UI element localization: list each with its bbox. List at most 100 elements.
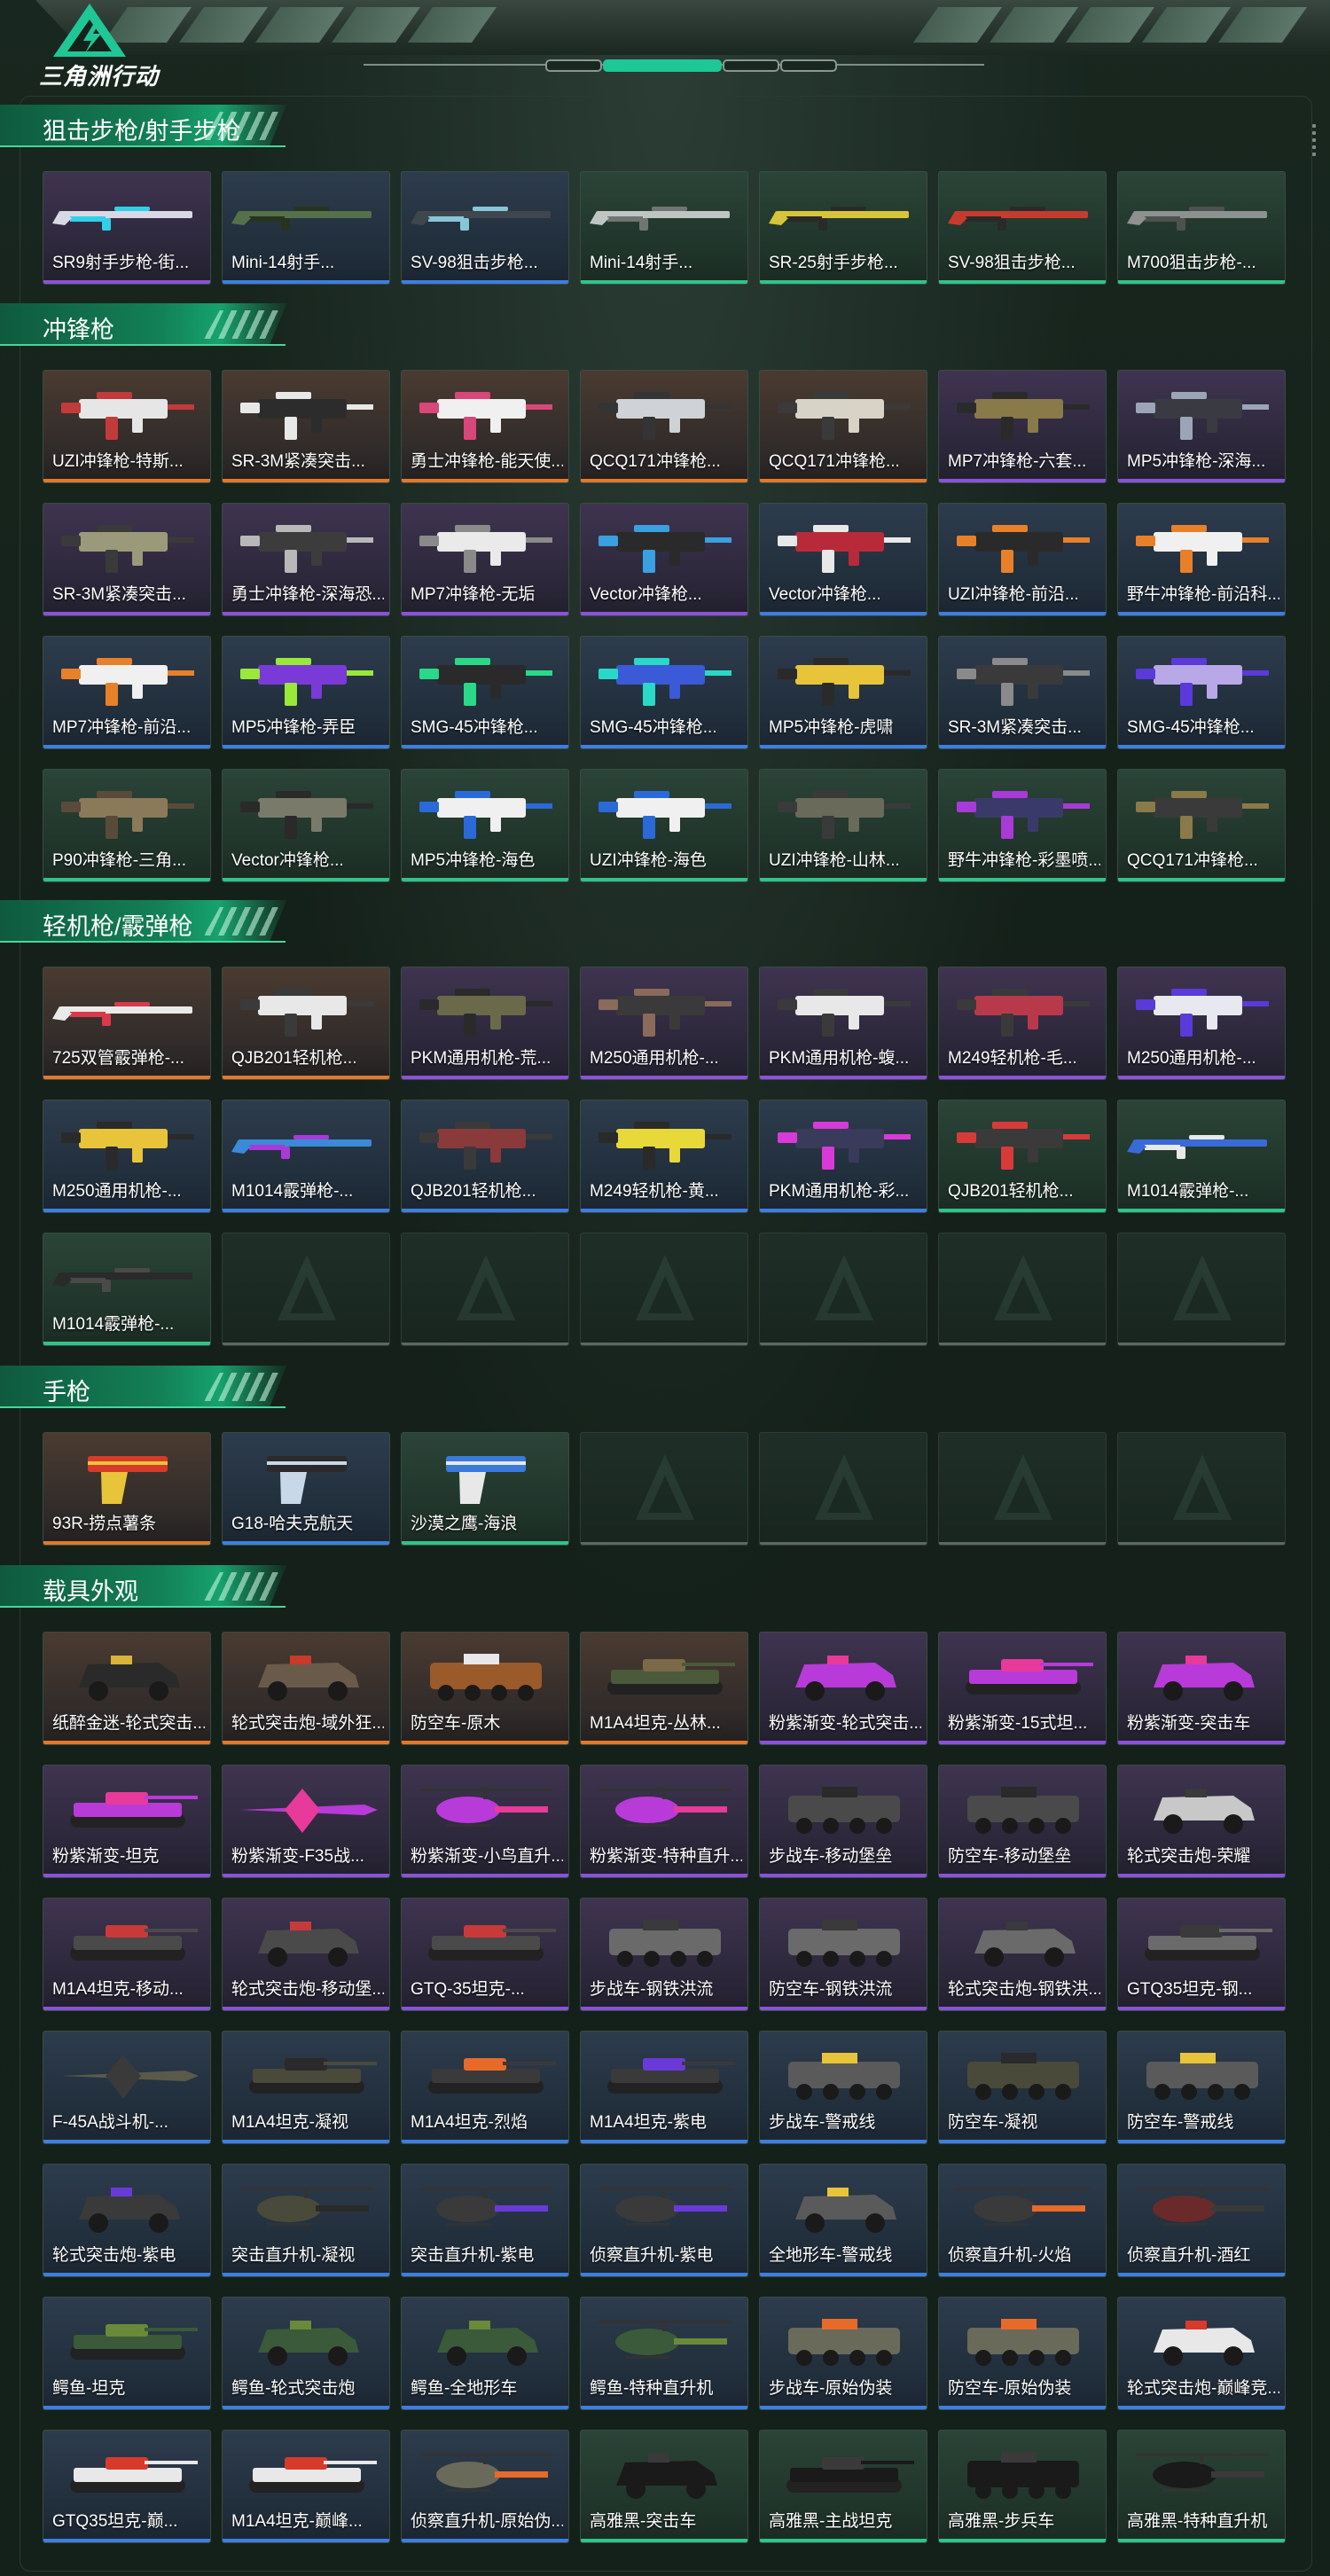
item-card[interactable]: Mini-14射手... xyxy=(580,171,748,285)
item-card[interactable]: M249轻机枪-毛... xyxy=(938,967,1107,1080)
item-card[interactable]: PKM通用机枪-荒... xyxy=(401,967,569,1080)
item-card[interactable]: UZI冲锋枪-海色 xyxy=(580,769,748,882)
item-card[interactable]: 93R-捞点薯条 xyxy=(43,1432,211,1546)
item-card[interactable]: 全地形车-警戒线 xyxy=(759,2164,927,2277)
item-card[interactable]: 防空车-移动堡垒 xyxy=(938,1765,1107,1878)
item-card[interactable]: 侦察直升机-酒红 xyxy=(1117,2164,1286,2277)
item-card[interactable]: 粉紫渐变-坦克 xyxy=(43,1765,211,1878)
item-card[interactable]: 突击直升机-凝视 xyxy=(222,2164,390,2277)
item-card[interactable]: 轮式突击炮-巅峰竞... xyxy=(1117,2297,1286,2410)
item-card[interactable]: 轮式突击炮-紫电 xyxy=(43,2164,211,2277)
item-card[interactable]: SMG-45冲锋枪... xyxy=(401,636,569,749)
item-card[interactable]: MP5冲锋枪-海色 xyxy=(401,769,569,882)
item-card[interactable]: MP5冲锋枪-深海... xyxy=(1117,370,1286,483)
item-card[interactable]: M250通用机枪-... xyxy=(580,967,748,1080)
item-card[interactable]: F-45A战斗机-... xyxy=(43,2031,211,2144)
item-card[interactable]: SMG-45冲锋枪... xyxy=(580,636,748,749)
item-card[interactable]: 防空车-原始伪装 xyxy=(938,2297,1107,2410)
item-card[interactable]: 步战车-警戒线 xyxy=(759,2031,927,2144)
item-card[interactable]: 步战车-移动堡垒 xyxy=(759,1765,927,1878)
item-card[interactable]: Vector冲锋枪... xyxy=(222,769,390,882)
item-card[interactable]: M1A4坦克-紫电 xyxy=(580,2031,748,2144)
item-card[interactable]: 轮式突击炮-钢铁洪... xyxy=(938,1898,1107,2011)
item-card[interactable]: SR-3M紧凑突击... xyxy=(938,636,1107,749)
item-card[interactable]: M250通用机枪-... xyxy=(43,1100,211,1213)
item-card[interactable]: 鳄鱼-轮式突击炮 xyxy=(222,2297,390,2410)
item-card[interactable]: QCQ171冲锋枪... xyxy=(1117,769,1286,882)
item-card[interactable]: 粉紫渐变-F35战... xyxy=(222,1765,390,1878)
item-card[interactable]: UZI冲锋枪-前沿... xyxy=(938,503,1107,616)
item-card[interactable]: 轮式突击炮-移动堡... xyxy=(222,1898,390,2011)
item-card[interactable]: GTQ35坦克-巅... xyxy=(43,2430,211,2543)
item-card[interactable]: 高雅黑-主战坦克 xyxy=(759,2430,927,2543)
item-card[interactable]: M1A4坦克-凝视 xyxy=(222,2031,390,2144)
item-card[interactable]: 鳄鱼-特种直升机 xyxy=(580,2297,748,2410)
item-card[interactable]: 高雅黑-步兵车 xyxy=(938,2430,1107,2543)
item-card[interactable]: SR-3M紧凑突击... xyxy=(222,370,390,483)
item-card[interactable]: MP7冲锋枪-无垢 xyxy=(401,503,569,616)
item-card[interactable]: M700狙击步枪-... xyxy=(1117,171,1286,285)
item-card[interactable]: PKM通用机枪-蝮... xyxy=(759,967,927,1080)
item-card[interactable]: 纸醉金迷-轮式突击... xyxy=(43,1632,211,1745)
item-card[interactable]: M1A4坦克-丛林... xyxy=(580,1632,748,1745)
item-card[interactable]: 高雅黑-特种直升机 xyxy=(1117,2430,1286,2543)
item-card[interactable]: M1014霰弹枪-... xyxy=(222,1100,390,1213)
item-card[interactable]: QCQ171冲锋枪... xyxy=(759,370,927,483)
item-card[interactable]: 防空车-原木 xyxy=(401,1632,569,1745)
item-card[interactable]: 野牛冲锋枪-前沿科... xyxy=(1117,503,1286,616)
item-card[interactable]: GTQ35坦克-钢... xyxy=(1117,1898,1286,2011)
item-card[interactable]: 防空车-凝视 xyxy=(938,2031,1107,2144)
item-card[interactable]: M249轻机枪-黄... xyxy=(580,1100,748,1213)
item-card[interactable]: 步战车-钢铁洪流 xyxy=(580,1898,748,2011)
item-card[interactable]: 步战车-原始伪装 xyxy=(759,2297,927,2410)
item-card[interactable]: 侦察直升机-原始伪... xyxy=(401,2430,569,2543)
scroll-handle[interactable] xyxy=(1312,124,1318,156)
item-card[interactable]: 粉紫渐变-轮式突击... xyxy=(759,1632,927,1745)
item-card[interactable]: SV-98狙击步枪... xyxy=(401,171,569,285)
item-card[interactable]: 侦察直升机-火焰 xyxy=(938,2164,1107,2277)
item-card[interactable]: MP5冲锋枪-虎啸 xyxy=(759,636,927,749)
item-card[interactable]: GTQ-35坦克-... xyxy=(401,1898,569,2011)
item-card[interactable]: 鳄鱼-全地形车 xyxy=(401,2297,569,2410)
item-card[interactable]: P90冲锋枪-三角... xyxy=(43,769,211,882)
item-card[interactable]: 勇士冲锋枪-深海恐... xyxy=(222,503,390,616)
item-card[interactable]: QCQ171冲锋枪... xyxy=(580,370,748,483)
item-card[interactable]: SR-25射手步枪... xyxy=(759,171,927,285)
item-card[interactable]: M1014霰弹枪-... xyxy=(43,1233,211,1346)
item-card[interactable]: 突击直升机-紫电 xyxy=(401,2164,569,2277)
item-card[interactable]: G18-哈夫克航天 xyxy=(222,1432,390,1546)
item-card[interactable]: M1014霰弹枪-... xyxy=(1117,1100,1286,1213)
item-card[interactable]: 轮式突击炮-荣耀 xyxy=(1117,1765,1286,1878)
item-card[interactable]: Mini-14射手... xyxy=(222,171,390,285)
item-card[interactable]: M1A4坦克-烈焰 xyxy=(401,2031,569,2144)
item-card[interactable]: PKM通用机枪-彩... xyxy=(759,1100,927,1213)
item-card[interactable]: 粉紫渐变-突击车 xyxy=(1117,1632,1286,1745)
item-card[interactable]: 侦察直升机-紫电 xyxy=(580,2164,748,2277)
item-card[interactable]: Vector冲锋枪... xyxy=(580,503,748,616)
item-card[interactable]: 鳄鱼-坦克 xyxy=(43,2297,211,2410)
item-card[interactable]: 防空车-警戒线 xyxy=(1117,2031,1286,2144)
item-card[interactable]: 725双管霰弹枪-... xyxy=(43,967,211,1080)
item-card[interactable]: M1A4坦克-巅峰... xyxy=(222,2430,390,2543)
item-card[interactable]: 野牛冲锋枪-彩墨喷... xyxy=(938,769,1107,882)
item-card[interactable]: SR9射手步枪-街... xyxy=(43,171,211,285)
item-card[interactable]: MP7冲锋枪-前沿... xyxy=(43,636,211,749)
item-card[interactable]: 高雅黑-突击车 xyxy=(580,2430,748,2543)
item-card[interactable]: QJB201轻机枪... xyxy=(401,1100,569,1213)
item-card[interactable]: MP5冲锋枪-弄臣 xyxy=(222,636,390,749)
item-card[interactable]: Vector冲锋枪... xyxy=(759,503,927,616)
item-card[interactable]: UZI冲锋枪-山林... xyxy=(759,769,927,882)
item-card[interactable]: 轮式突击炮-域外狂... xyxy=(222,1632,390,1745)
item-card[interactable]: MP7冲锋枪-六套... xyxy=(938,370,1107,483)
item-card[interactable]: 防空车-钢铁洪流 xyxy=(759,1898,927,2011)
item-card[interactable]: SR-3M紧凑突击... xyxy=(43,503,211,616)
item-card[interactable]: 粉紫渐变-特种直升... xyxy=(580,1765,748,1878)
item-card[interactable]: 沙漠之鹰-海浪 xyxy=(401,1432,569,1546)
item-card[interactable]: M250通用机枪-... xyxy=(1117,967,1286,1080)
item-card[interactable]: UZI冲锋枪-特斯... xyxy=(43,370,211,483)
item-card[interactable]: 粉紫渐变-15式坦... xyxy=(938,1632,1107,1745)
item-card[interactable]: QJB201轻机枪... xyxy=(938,1100,1107,1213)
item-card[interactable]: 粉紫渐变-小鸟直升... xyxy=(401,1765,569,1878)
item-card[interactable]: SMG-45冲锋枪... xyxy=(1117,636,1286,749)
item-card[interactable]: M1A4坦克-移动... xyxy=(43,1898,211,2011)
